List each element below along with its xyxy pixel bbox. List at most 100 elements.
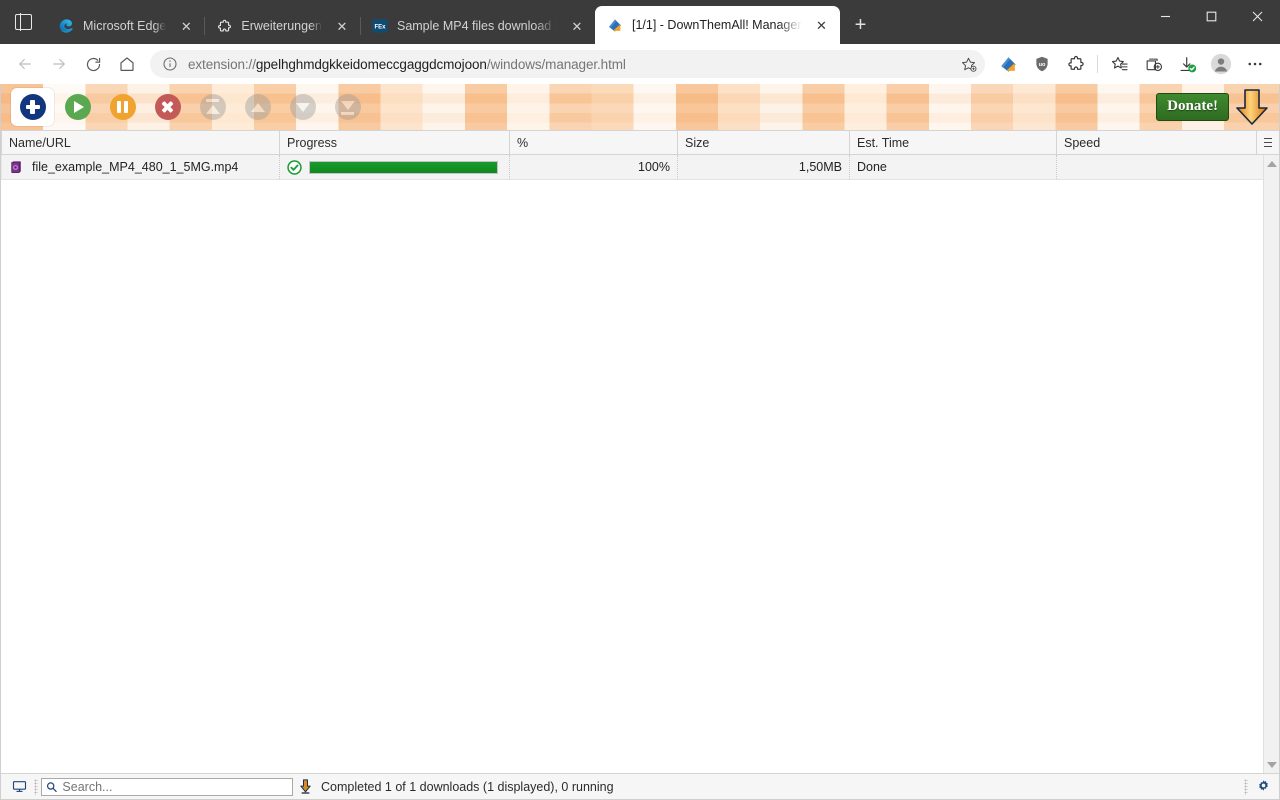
collections-icon[interactable] (1136, 49, 1170, 79)
cell-name[interactable]: file_example_MP4_480_1_5MG.mp4 (1, 155, 280, 179)
address-bar[interactable]: extension://gpelhghmdgkkeidomeccgaggdcmo… (150, 50, 985, 78)
progress-bar (309, 160, 498, 174)
refresh-button[interactable] (76, 49, 110, 79)
column-header-percent[interactable]: % (510, 131, 678, 154)
edge-icon (58, 18, 74, 34)
new-tab-button[interactable]: + (844, 8, 878, 42)
hamburger-glyph (1264, 135, 1272, 150)
minimize-button[interactable] (1142, 0, 1188, 32)
downthemall-extension-icon[interactable] (991, 49, 1025, 79)
tab-title: Erweiterungen (241, 19, 322, 33)
puzzle-icon (216, 18, 232, 34)
table-body: file_example_MP4_480_1_5MG.mp4 100% 1,50… (1, 155, 1279, 773)
forward-button[interactable] (42, 49, 76, 79)
column-header-size[interactable]: Size (678, 131, 850, 154)
dta-toolbar: Donate! (1, 84, 1279, 130)
downthemall-manager-page: Donate! Name/URL Progress % Size Est. Ti… (0, 84, 1280, 800)
status-bar: Completed 1 of 1 downloads (1 displayed)… (1, 773, 1279, 799)
tab-divider (204, 17, 206, 35)
tab-overview-icon[interactable] (14, 13, 32, 31)
extensions-icon[interactable] (1059, 49, 1093, 79)
move-down-button (281, 88, 324, 126)
tab-close-button[interactable]: ✕ (330, 14, 354, 38)
tab-title: [1/1] - DownThemAll! Manager (631, 18, 802, 32)
downloads-icon[interactable] (1170, 49, 1204, 79)
pause-button[interactable] (101, 88, 144, 126)
tab-strip: Microsoft Edge ✕ Erweiterungen ✕ FEx Sam… (0, 0, 1280, 44)
close-window-button[interactable] (1234, 0, 1280, 32)
move-top-button (191, 88, 234, 126)
cell-progress (280, 155, 510, 179)
move-down-icon (289, 94, 316, 120)
tab-title: Microsoft Edge (83, 19, 167, 33)
ublock-origin-icon[interactable]: uo (1025, 49, 1059, 79)
tab-actions-menu[interactable] (0, 0, 46, 44)
info-icon[interactable] (158, 52, 182, 76)
file-name-label: file_example_MP4_480_1_5MG.mp4 (32, 160, 239, 174)
tab-sample-mp4-files[interactable]: FEx Sample MP4 files download | File ✕ (359, 8, 595, 44)
search-input[interactable] (41, 777, 293, 796)
tab-divider (359, 17, 361, 35)
x-circle-icon (154, 94, 181, 120)
search-field[interactable] (57, 779, 288, 794)
favorites-icon[interactable] (1102, 49, 1136, 79)
vertical-scrollbar[interactable] (1263, 155, 1279, 773)
column-menu-icon[interactable] (1257, 131, 1279, 154)
cancel-button[interactable] (146, 88, 189, 126)
address-bar-url[interactable]: extension://gpelhghmdgkkeidomeccgaggdcmo… (182, 57, 955, 72)
statusbar-divider (34, 778, 38, 795)
home-button[interactable] (110, 49, 144, 79)
settings-more-icon[interactable] (1238, 49, 1272, 79)
table-header-row: Name/URL Progress % Size Est. Time Speed (1, 130, 1279, 155)
column-header-name[interactable]: Name/URL (1, 131, 280, 154)
url-scheme: extension:// (188, 56, 256, 72)
column-header-esttime[interactable]: Est. Time (850, 131, 1057, 154)
url-host: gpelhghmdgkkeidomeccgaggdcmojoon (255, 56, 487, 72)
check-circle-icon (287, 159, 302, 175)
fex-icon: FEx (372, 18, 388, 34)
profile-icon[interactable] (1204, 49, 1238, 79)
donate-button[interactable]: Donate! (1156, 93, 1229, 121)
downthemall-icon (607, 17, 623, 33)
tab-close-button[interactable]: ✕ (810, 13, 834, 37)
progress-bar-fill (310, 161, 497, 173)
gear-icon[interactable] (1251, 776, 1275, 798)
cell-est-time: Done (850, 155, 1057, 179)
scroll-up-arrow[interactable] (1264, 155, 1280, 172)
manager-window-icon[interactable] (7, 776, 31, 798)
scroll-down-arrow[interactable] (1264, 756, 1280, 773)
tab-list: Microsoft Edge ✕ Erweiterungen ✕ FEx Sam… (46, 0, 878, 44)
navigation-toolbar: extension://gpelhghmdgkkeidomeccgaggdcmo… (0, 44, 1280, 84)
tab-microsoft-edge[interactable]: Microsoft Edge ✕ (46, 8, 204, 44)
media-file-icon (9, 160, 23, 174)
cell-percent: 100% (510, 155, 678, 179)
window-controls (1142, 0, 1280, 44)
star-plus-icon[interactable] (955, 52, 981, 76)
tab-downthemall-manager[interactable]: [1/1] - DownThemAll! Manager ✕ (594, 6, 840, 44)
statusbar-divider-right (1244, 778, 1248, 795)
column-header-progress[interactable]: Progress (280, 131, 510, 154)
download-arrow-icon (293, 776, 317, 798)
add-download-button[interactable] (11, 88, 54, 126)
tab-erweiterungen[interactable]: Erweiterungen ✕ (204, 8, 360, 44)
tab-close-button[interactable]: ✕ (174, 14, 198, 38)
move-up-icon (244, 94, 271, 120)
tab-close-button[interactable]: ✕ (565, 14, 589, 38)
move-up-button (236, 88, 279, 126)
tab-title: Sample MP4 files download | File (396, 19, 557, 33)
svg-text:uo: uo (1039, 62, 1046, 68)
search-icon (46, 781, 57, 792)
cell-size: 1,50MB (678, 155, 850, 179)
browser-window: Microsoft Edge ✕ Erweiterungen ✕ FEx Sam… (0, 0, 1280, 800)
table-rows: file_example_MP4_480_1_5MG.mp4 100% 1,50… (1, 155, 1279, 773)
status-text: Completed 1 of 1 downloads (1 displayed)… (321, 779, 614, 794)
maximize-button[interactable] (1188, 0, 1234, 32)
downloads-table: Name/URL Progress % Size Est. Time Speed (1, 130, 1279, 773)
back-button[interactable] (8, 49, 42, 79)
table-row[interactable]: file_example_MP4_480_1_5MG.mp4 100% 1,50… (1, 155, 1279, 180)
column-header-speed[interactable]: Speed (1057, 131, 1257, 154)
toolbar-divider (1097, 55, 1098, 73)
plus-circle-icon (19, 94, 46, 120)
move-bottom-icon (334, 94, 361, 120)
resume-button[interactable] (56, 88, 99, 126)
